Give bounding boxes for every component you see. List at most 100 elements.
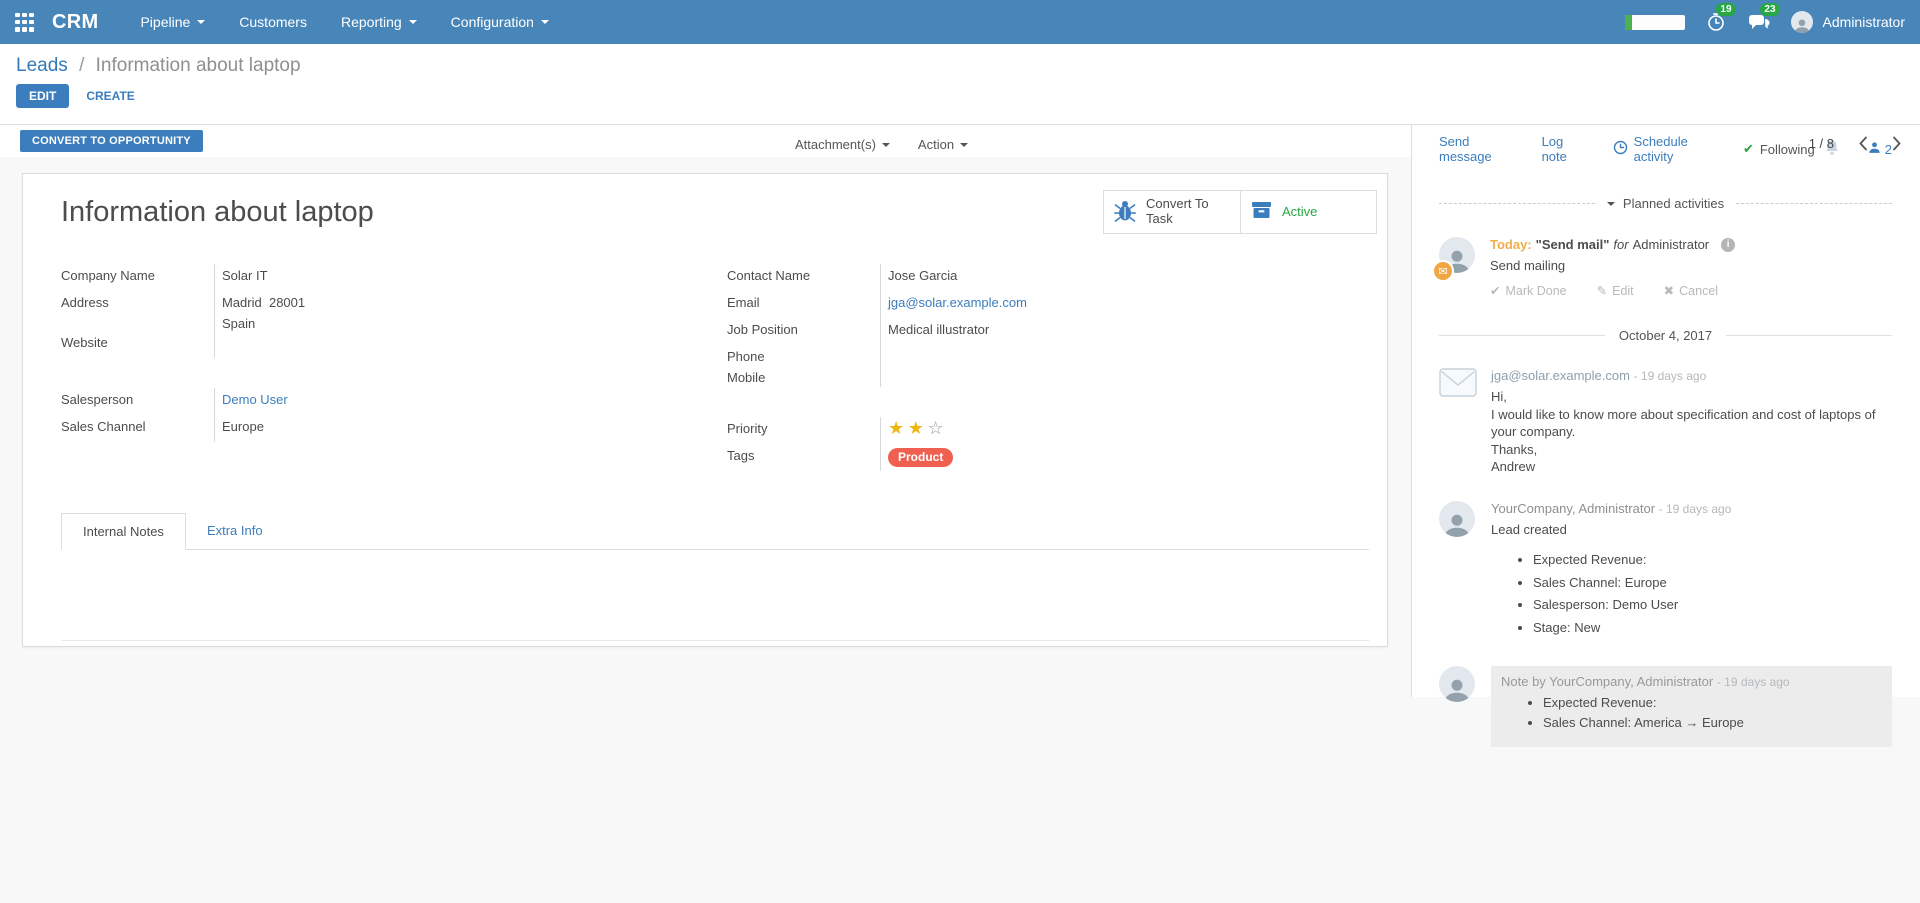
activity-badge: 19	[1716, 3, 1735, 16]
field-company-name: Company Name Solar IT	[61, 264, 701, 291]
activity-note: Send mailing	[1490, 258, 1735, 273]
right-column: Contact Name Jose Garcia Email jga@solar…	[727, 264, 1167, 471]
address-value: Madrid 28001 Spain	[214, 291, 701, 331]
convert-to-opportunity-button[interactable]: CONVERT TO OPPORTUNITY	[20, 130, 203, 152]
user-menu[interactable]: Administrator	[1823, 14, 1905, 30]
message-time: - 19 days ago	[1717, 675, 1790, 689]
star-filled-icon[interactable]: ★	[888, 418, 904, 439]
control-panel: Leads / Information about laptop EDIT CR…	[0, 44, 1920, 125]
menu-configuration[interactable]: Configuration	[451, 14, 549, 30]
planned-activities-toggle[interactable]: Planned activities	[1439, 196, 1892, 211]
star-empty-icon[interactable]: ☆	[928, 418, 944, 439]
menu-customers[interactable]: Customers	[239, 14, 307, 30]
create-button[interactable]: CREATE	[86, 89, 134, 103]
archive-box-icon	[1251, 200, 1272, 224]
check-icon: ✔	[1743, 142, 1754, 157]
bug-icon	[1114, 198, 1136, 226]
clock-icon	[1613, 140, 1628, 158]
field-email: Email jga@solar.example.com	[727, 291, 1167, 318]
message-author: jga@solar.example.com	[1491, 368, 1630, 383]
activity-item: ✉ Today: "Send mail" for Administrator i…	[1439, 237, 1892, 298]
field-tags: Tags Product	[727, 444, 1167, 471]
right-group-2: Priority ★ ★ ☆ Tags Product	[727, 417, 1167, 471]
message-email: jga@solar.example.com - 19 days ago Hi, …	[1439, 368, 1892, 476]
activity-headline: Today: "Send mail" for Administrator i	[1490, 237, 1735, 252]
menu-reporting[interactable]: Reporting	[341, 14, 417, 30]
caret-down-icon	[960, 143, 968, 147]
message-lead-created: YourCompany, Administrator - 19 days ago…	[1439, 501, 1892, 642]
check-icon: ✔	[1490, 283, 1500, 298]
send-message-button[interactable]: Send message	[1439, 134, 1515, 164]
message-body: Lead created Expected Revenue: Sales Cha…	[1491, 521, 1892, 637]
right-group-1: Contact Name Jose Garcia Email jga@solar…	[727, 264, 1167, 387]
note-content: Note by YourCompany, Administrator - 19 …	[1491, 666, 1892, 747]
email-link[interactable]: jga@solar.example.com	[888, 295, 1027, 310]
schedule-activity-button[interactable]: Schedule activity	[1613, 134, 1716, 164]
email-activity-badge-icon: ✉	[1432, 260, 1454, 282]
pager-next-icon[interactable]	[1892, 136, 1902, 151]
info-icon[interactable]: i	[1721, 238, 1735, 252]
breadcrumb-current: Information about laptop	[96, 55, 301, 76]
tab-internal-notes[interactable]: Internal Notes	[61, 513, 186, 550]
activity-actions: ✔Mark Done ✎Edit ✖Cancel	[1490, 283, 1735, 298]
convert-to-task-button[interactable]: Convert To Task	[1104, 191, 1240, 233]
mark-done-button[interactable]: ✔Mark Done	[1490, 283, 1567, 298]
cancel-activity-button[interactable]: ✖Cancel	[1664, 283, 1718, 298]
breadcrumb-separator: /	[79, 55, 84, 76]
salesperson-link[interactable]: Demo User	[222, 392, 288, 407]
sheet-button-box: Convert To Task Active	[1103, 190, 1377, 234]
pager-value[interactable]: 1 / 8	[1809, 136, 1834, 151]
field-website: Website	[61, 331, 701, 358]
website-value	[214, 331, 701, 358]
action-dropdown[interactable]: Action	[918, 137, 968, 152]
sales-channel-value: Europe	[214, 415, 701, 442]
activity-summary: "Send mail"	[1536, 237, 1610, 252]
activity-body: Today: "Send mail" for Administrator i S…	[1490, 237, 1735, 298]
field-job-position: Job Position Medical illustrator	[727, 318, 1167, 345]
active-toggle-button[interactable]: Active	[1240, 191, 1376, 233]
app-brand[interactable]: CRM	[52, 11, 98, 34]
message-time: - 19 days ago	[1659, 502, 1732, 516]
left-group-1: Company Name Solar IT Address Madrid 280…	[61, 264, 701, 358]
field-salesperson: Salesperson Demo User	[61, 388, 701, 415]
avatar	[1439, 666, 1477, 747]
main-content: CONVERT TO OPPORTUNITY Convert To Task A…	[0, 125, 1920, 697]
activity-due: Today:	[1490, 237, 1532, 252]
activity-progress-bar[interactable]	[1625, 15, 1685, 30]
left-group-2: Salesperson Demo User Sales Channel Euro…	[61, 388, 701, 442]
tab-extra-info[interactable]: Extra Info	[186, 513, 284, 549]
menu-pipeline[interactable]: Pipeline	[140, 14, 205, 30]
messages-badge: 23	[1760, 3, 1779, 16]
navbar-menu: Pipeline Customers Reporting Configurati…	[140, 14, 549, 30]
internal-notes-content	[61, 550, 1369, 640]
star-filled-icon[interactable]: ★	[908, 418, 924, 439]
following-button[interactable]: ✔ Following	[1743, 142, 1815, 157]
pager-previous-icon[interactable]	[1858, 136, 1868, 151]
edit-activity-button[interactable]: ✎Edit	[1597, 283, 1634, 298]
field-priority: Priority ★ ★ ☆	[727, 417, 1167, 444]
field-contact-name: Contact Name Jose Garcia	[727, 264, 1167, 291]
message-content: YourCompany, Administrator - 19 days ago…	[1491, 501, 1892, 642]
pencil-icon: ✎	[1597, 283, 1607, 298]
breadcrumb-leads-link[interactable]: Leads	[16, 55, 68, 76]
user-avatar[interactable]	[1791, 11, 1813, 33]
message-author: YourCompany, Administrator	[1491, 501, 1655, 516]
attachments-dropdown[interactable]: Attachment(s)	[795, 137, 890, 152]
tracking-values: Expected Revenue: Sales Channel: Europe …	[1491, 551, 1892, 636]
edit-button[interactable]: EDIT	[16, 84, 69, 108]
priority-stars: ★ ★ ☆	[880, 417, 1167, 444]
message-body: Hi, I would like to know more about spec…	[1491, 388, 1892, 476]
job-position-value: Medical illustrator	[880, 318, 1167, 345]
mobile-value	[880, 366, 1167, 387]
activity-clock-icon[interactable]: 19	[1705, 11, 1727, 33]
apps-grid-icon[interactable]	[15, 13, 34, 32]
log-note-button[interactable]: Log note	[1542, 134, 1586, 164]
sheet-divider	[61, 640, 1369, 641]
field-mobile: Mobile	[727, 366, 1167, 387]
message-content: jga@solar.example.com - 19 days ago Hi, …	[1491, 368, 1892, 476]
systray: 19 23 Administrator	[1625, 11, 1905, 33]
message-author: Note by YourCompany, Administrator	[1501, 674, 1713, 689]
messages-icon[interactable]: 23	[1747, 11, 1771, 33]
field-sales-channel: Sales Channel Europe	[61, 415, 701, 442]
activity-assignee: Administrator	[1633, 237, 1710, 252]
